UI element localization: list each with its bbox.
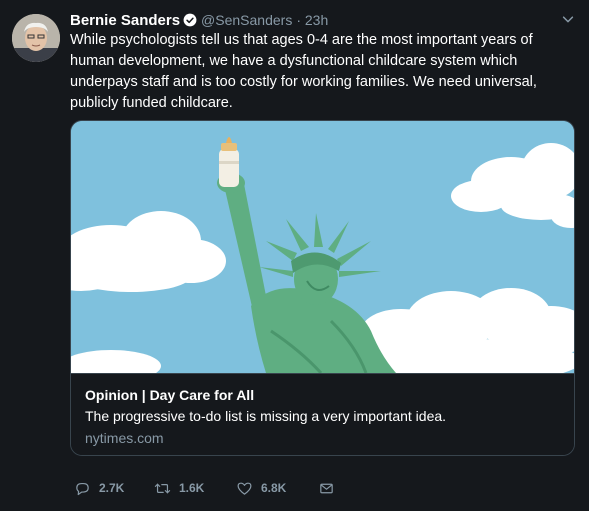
card-body[interactable]: Opinion | Day Care for All The progressi…: [71, 373, 574, 455]
card-description: The progressive to-do list is missing a …: [85, 408, 447, 424]
tweet-actions: 2.7K 1.6K 6.8K: [74, 478, 343, 498]
direct-message-button[interactable]: [318, 480, 343, 497]
chevron-down-icon[interactable]: [561, 12, 575, 26]
tweet-header: Bernie Sanders @SenSanders · 23h: [70, 10, 328, 30]
link-card[interactable]: Opinion | Day Care for All The progressi…: [70, 120, 575, 456]
avatar[interactable]: [12, 14, 60, 62]
like-icon: [237, 482, 252, 495]
card-domain: nytimes.com: [85, 430, 164, 446]
reply-button[interactable]: 2.7K: [74, 480, 154, 497]
tweet-text: While psychologists tell us that ages 0-…: [70, 32, 537, 111]
card-title[interactable]: Opinion | Day Care for All: [85, 387, 254, 403]
author-name[interactable]: Bernie Sanders: [70, 12, 180, 29]
like-button[interactable]: 6.8K: [236, 480, 318, 497]
retweet-button[interactable]: 1.6K: [154, 480, 236, 497]
retweet-icon: [154, 483, 171, 493]
like-count: 6.8K: [261, 481, 287, 495]
direct-message-icon: [320, 483, 333, 493]
author-handle[interactable]: @SenSanders: [201, 12, 292, 28]
verified-badge-icon: [183, 13, 197, 27]
tweet[interactable]: Bernie Sanders @SenSanders · 23h While p…: [0, 0, 589, 511]
tweet-time[interactable]: · 23h: [296, 12, 328, 28]
card-image[interactable]: [71, 121, 574, 373]
retweet-count: 1.6K: [179, 481, 205, 495]
reply-icon: [76, 482, 89, 495]
reply-count: 2.7K: [99, 481, 125, 495]
